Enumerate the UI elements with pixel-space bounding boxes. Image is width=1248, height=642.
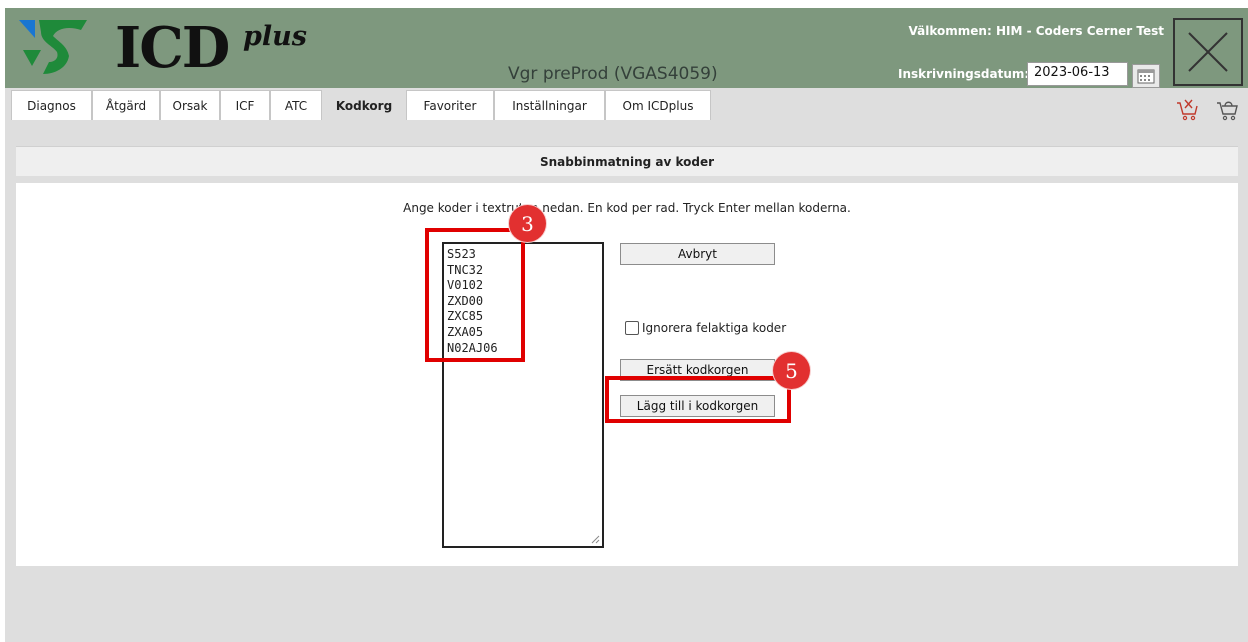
resize-grip-icon[interactable]: [590, 534, 600, 544]
step-badge: 5: [773, 352, 810, 389]
tab-icf[interactable]: ICF: [220, 90, 270, 120]
add-button-highlight-box: [605, 376, 791, 423]
quick-entry-panel: Ange koder i textrutan nedan. En kod per…: [16, 183, 1238, 566]
vgr-logo-icon: [19, 20, 87, 74]
tab-orsak[interactable]: Orsak: [160, 90, 220, 120]
step-badge: 3: [509, 205, 546, 242]
tab-favoriter[interactable]: Favoriter: [406, 90, 494, 120]
ignore-invalid-label: Ignorera felaktiga koder: [642, 321, 787, 335]
logo-plus-text: plus: [243, 21, 307, 52]
calendar-button[interactable]: [1132, 64, 1160, 88]
tab-diagnos[interactable]: Diagnos: [11, 90, 92, 120]
clear-basket-icon[interactable]: [1176, 98, 1198, 122]
tab-atgard[interactable]: Åtgärd: [92, 90, 160, 120]
tab-installningar[interactable]: Inställningar: [494, 90, 605, 120]
instructions-text: Ange koder i textrutan nedan. En kod per…: [403, 201, 851, 215]
welcome-text: Välkommen: HIM - Coders Cerner Test: [908, 24, 1164, 38]
ignore-invalid-codes[interactable]: Ignorera felaktiga koder: [625, 321, 786, 335]
logo-text: ICD: [115, 15, 230, 81]
codes-highlight-box: [425, 228, 525, 362]
ignore-invalid-checkbox[interactable]: [625, 321, 639, 335]
main-tabs: Diagnos Åtgärd Orsak ICF ATC Kodkorg Fav…: [5, 90, 711, 120]
tab-om-icdplus[interactable]: Om ICDplus: [605, 90, 711, 120]
cancel-button[interactable]: Avbryt: [620, 243, 775, 265]
tab-atc[interactable]: ATC: [270, 90, 322, 120]
basket-icon[interactable]: [1216, 98, 1238, 122]
calendar-icon: [1137, 69, 1155, 84]
app-header: ICD plus Vgr preProd (VGAS4059) Välkomme…: [5, 8, 1248, 88]
admission-date-input[interactable]: 2023-06-13: [1027, 62, 1128, 86]
section-title: Snabbinmatning av koder: [16, 146, 1238, 176]
close-button[interactable]: [1173, 18, 1243, 86]
close-icon: [1188, 32, 1228, 72]
app-window: ICD plus Vgr preProd (VGAS4059) Välkomme…: [5, 8, 1248, 642]
tab-kodkorg[interactable]: Kodkorg: [322, 90, 406, 120]
basket-toolbar: [1176, 98, 1238, 122]
admission-date-label: Inskrivningsdatum:: [898, 67, 1030, 81]
environment-name: Vgr preProd (VGAS4059): [508, 64, 718, 84]
